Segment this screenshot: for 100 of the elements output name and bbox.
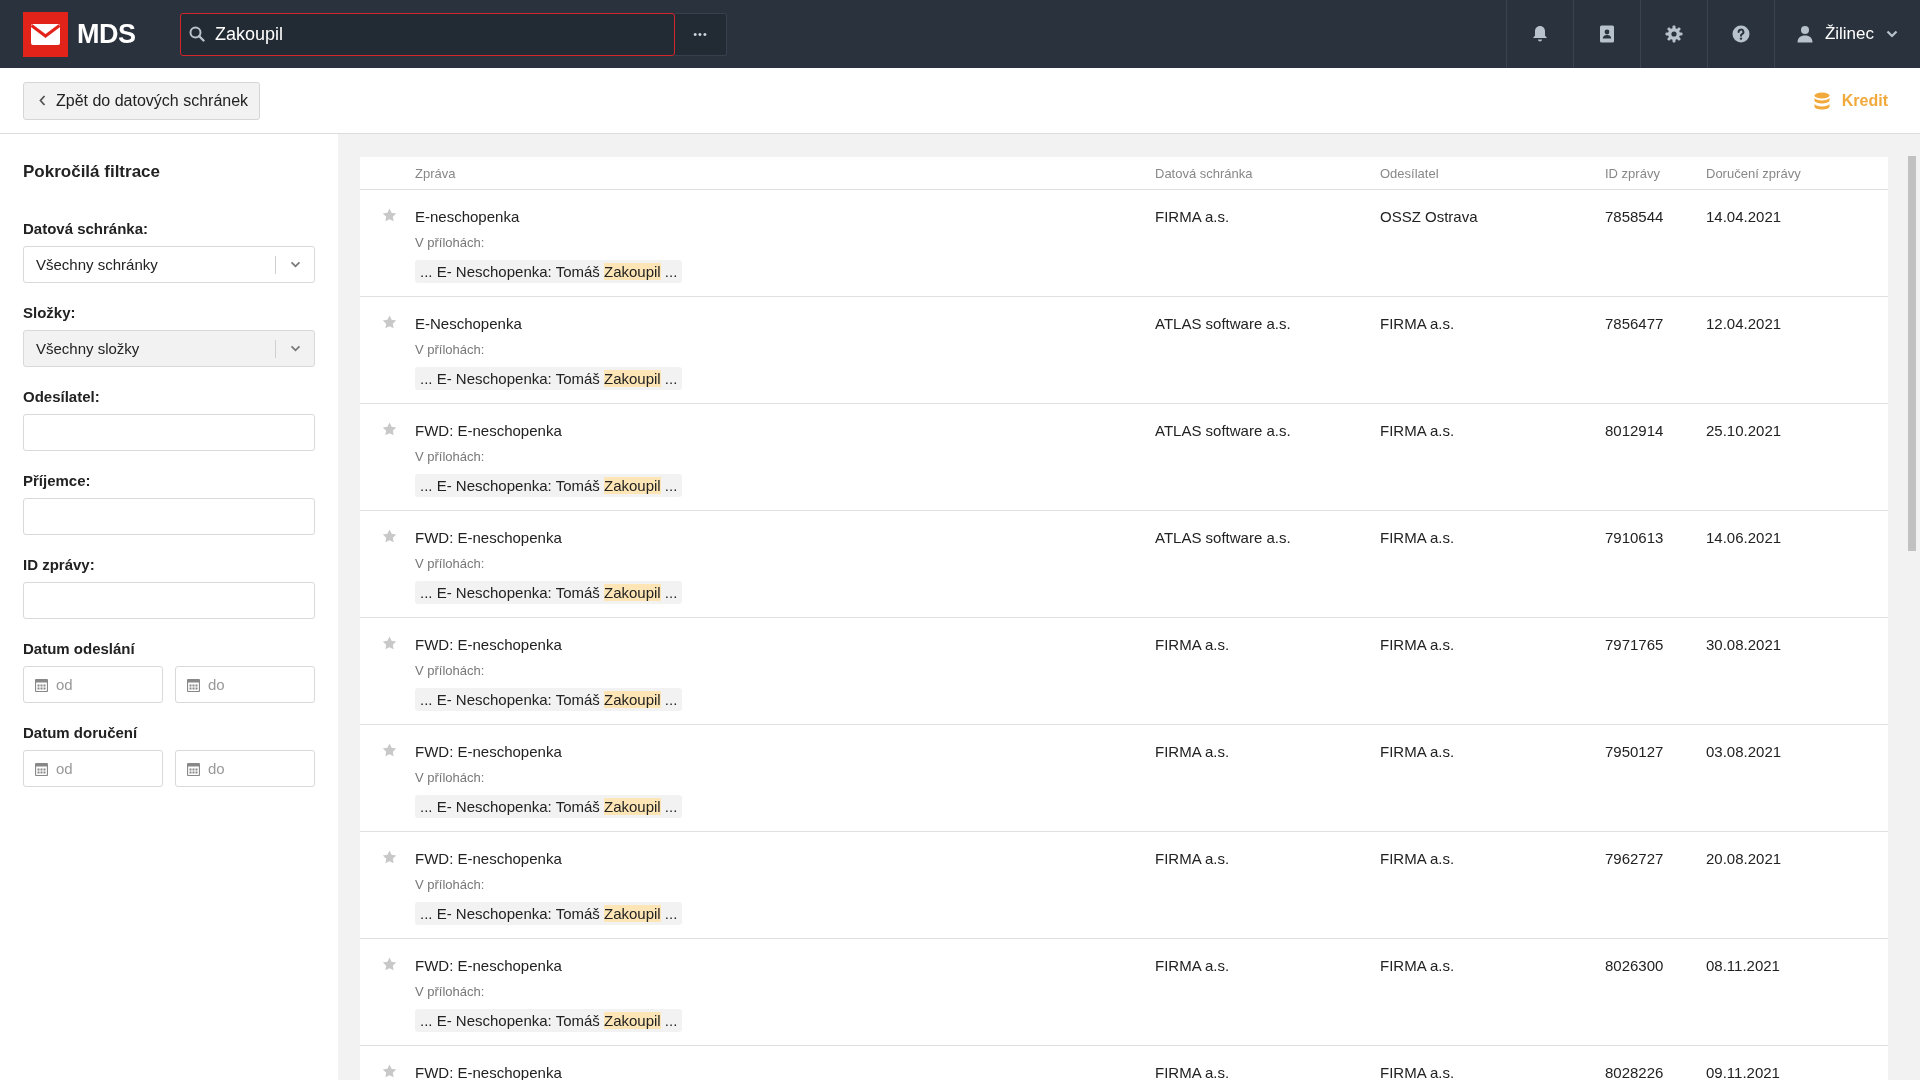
more-options-button[interactable]: ••• [675,12,727,56]
star-icon[interactable] [382,422,397,436]
field-label: Odesílatel: [23,388,100,405]
field-label: Datová schránka: [23,220,149,237]
bell-icon [1531,25,1548,43]
star-icon[interactable] [382,636,397,650]
message-subject[interactable]: FWD: E-neschopenka [415,849,562,869]
field-label: ID zprávy: [23,556,95,573]
attachments-label: V přílohách: [415,448,485,466]
search-snippet: ... E- Neschopenka: Tomáš Zakoupil ... [415,474,683,497]
field-label: Datum odeslání [23,640,135,657]
table-cell: FIRMA a.s. [1380,957,1455,974]
help-icon [1731,25,1750,43]
input-field[interactable] [23,582,315,619]
column-header: Doručení zprávy [1706,165,1801,181]
attachments-label: V přílohách: [415,769,485,787]
attachments-label: V přílohách: [415,341,485,359]
table-cell: FIRMA a.s. [1155,636,1230,653]
table-cell: 7971765 [1605,636,1664,653]
column-header: ID zprávy [1605,165,1660,181]
table-cell: ATLAS software a.s. [1155,315,1291,332]
table-cell: FIRMA a.s. [1380,743,1455,760]
table-cell: 20.08.2021 [1706,850,1782,867]
calendar-icon [187,762,200,776]
attachments-label: V přílohách: [415,234,485,252]
contact-book-icon [1598,25,1615,43]
envelope-logo-icon [23,11,68,57]
table-cell: 30.08.2021 [1706,636,1782,653]
search-snippet: ... E- Neschopenka: Tomáš Zakoupil ... [415,581,683,604]
message-subject[interactable]: FWD: E-neschopenka [415,635,562,655]
table-cell: ATLAS software a.s. [1155,529,1291,546]
table-cell: 14.04.2021 [1706,208,1782,225]
table-cell: OSSZ Ostrava [1380,208,1478,225]
user-icon [1796,25,1813,43]
table-cell: 8026300 [1605,957,1664,974]
user-menu-button[interactable]: Žilinec [1773,0,1920,68]
table-cell: FIRMA a.s. [1155,1064,1230,1080]
logo-text: MDS [77,18,136,50]
table-cell: 09.11.2021 [1706,1064,1780,1080]
filter-title: Pokročilá filtrace [23,162,160,182]
table-cell: FIRMA a.s. [1380,422,1455,439]
search-snippet: ... E- Neschopenka: Tomáš Zakoupil ... [415,795,683,818]
table-cell: ATLAS software a.s. [1155,422,1291,439]
column-header: Datová schránka [1155,165,1253,181]
dropdown[interactable]: Všechny schránky [23,246,315,283]
message-subject[interactable]: FWD: E-neschopenka [415,956,562,976]
search-field[interactable]: Zakoupil [180,12,675,56]
table-cell: FIRMA a.s. [1380,1064,1455,1080]
date-field[interactable]: do [175,750,315,787]
table-cell: FIRMA a.s. [1155,957,1230,974]
chevron-left-icon [39,95,46,106]
table-cell: 14.06.2021 [1706,529,1782,546]
search-snippet: ... E- Neschopenka: Tomáš Zakoupil ... [415,260,683,283]
settings-icon [1664,25,1683,43]
table-cell: 03.08.2021 [1706,743,1782,760]
chevron-down-icon [289,261,301,268]
table-cell: FIRMA a.s. [1380,850,1455,867]
field-label: Složky: [23,304,76,321]
table-cell: 25.10.2021 [1706,422,1782,439]
chevron-down-icon [289,345,301,352]
table-cell: 7950127 [1605,743,1664,760]
table-cell: FIRMA a.s. [1155,208,1230,225]
back-button[interactable]: Zpět do datových schránek [23,81,261,120]
calendar-icon [187,678,200,692]
date-field[interactable]: od [23,666,163,703]
star-icon[interactable] [382,208,397,222]
table-cell: 7962727 [1605,850,1664,867]
table-cell: 8012914 [1605,422,1664,439]
date-field[interactable]: do [175,666,315,703]
star-icon[interactable] [382,957,397,971]
column-header: Zpráva [415,165,456,181]
date-field[interactable]: od [23,750,163,787]
search-snippet: ... E- Neschopenka: Tomáš Zakoupil ... [415,902,683,925]
calendar-icon [35,762,48,776]
table-cell: FIRMA a.s. [1155,743,1230,760]
input-field[interactable] [23,414,315,451]
attachments-label: V přílohách: [415,876,485,894]
message-subject[interactable]: FWD: E-neschopenka [415,742,562,762]
table-cell: FIRMA a.s. [1155,850,1230,867]
table-cell: FIRMA a.s. [1380,315,1455,332]
star-icon[interactable] [382,315,397,329]
star-icon[interactable] [382,529,397,543]
attachments-label: V přílohách: [415,983,485,1001]
message-subject[interactable]: E-neschopenka [415,207,520,227]
star-icon[interactable] [382,850,397,864]
attachments-label: V přílohách: [415,662,485,680]
table-cell: 12.04.2021 [1706,315,1782,332]
message-subject[interactable]: FWD: E-neschopenka [415,421,562,441]
attachments-label: V přílohách: [415,555,485,573]
star-icon[interactable] [382,743,397,757]
calendar-icon [35,678,48,692]
message-subject[interactable]: E-Neschopenka [415,314,522,334]
star-icon[interactable] [382,1064,397,1078]
table-cell: 7910613 [1605,529,1664,546]
scrollbar[interactable] [1908,156,1916,551]
table-cell: 08.11.2021 [1706,957,1780,974]
coins-icon [1813,91,1830,110]
message-subject[interactable]: FWD: E-neschopenka [415,528,562,548]
input-field[interactable] [23,498,315,535]
search-snippet: ... E- Neschopenka: Tomáš Zakoupil ... [415,367,683,390]
